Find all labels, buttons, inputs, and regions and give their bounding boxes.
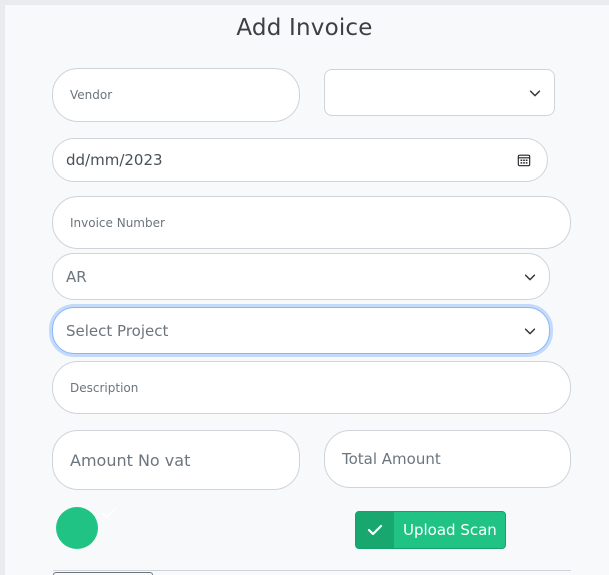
description-input[interactable]: Description [52, 361, 571, 414]
chevron-down-icon [529, 89, 541, 96]
vendor-select[interactable] [324, 69, 555, 116]
page-title: Add Invoice [236, 15, 373, 41]
date-value: dd/mm/2023 [66, 151, 163, 169]
status-toggle[interactable] [56, 507, 98, 549]
amount-no-vat-input[interactable]: Amount No vat [52, 430, 300, 490]
chevron-down-icon [524, 273, 536, 280]
project-select-value: Select Project [66, 321, 169, 340]
upload-scan-button[interactable]: Upload Scan [355, 511, 506, 549]
date-input[interactable]: dd/mm/2023 [52, 138, 548, 182]
project-select[interactable]: Select Project [52, 307, 550, 354]
calendar-icon[interactable] [517, 153, 531, 167]
total-amount-placeholder: Total Amount [342, 450, 441, 468]
invoice-number-placeholder: Invoice Number [70, 215, 165, 230]
chevron-down-icon [524, 327, 536, 334]
type-select-value: AR [66, 267, 87, 286]
description-placeholder: Description [70, 380, 139, 395]
check-icon [102, 508, 116, 518]
type-select[interactable]: AR [52, 253, 550, 300]
form-divider [53, 570, 571, 571]
upload-scan-label: Upload Scan [403, 521, 497, 539]
invoice-number-input[interactable]: Invoice Number [52, 196, 571, 249]
vendor-placeholder: Vendor [70, 88, 113, 102]
vendor-input[interactable]: Vendor [52, 68, 300, 122]
amount-no-vat-placeholder: Amount No vat [70, 450, 191, 470]
check-icon [356, 512, 394, 548]
total-amount-input[interactable]: Total Amount [324, 430, 571, 488]
